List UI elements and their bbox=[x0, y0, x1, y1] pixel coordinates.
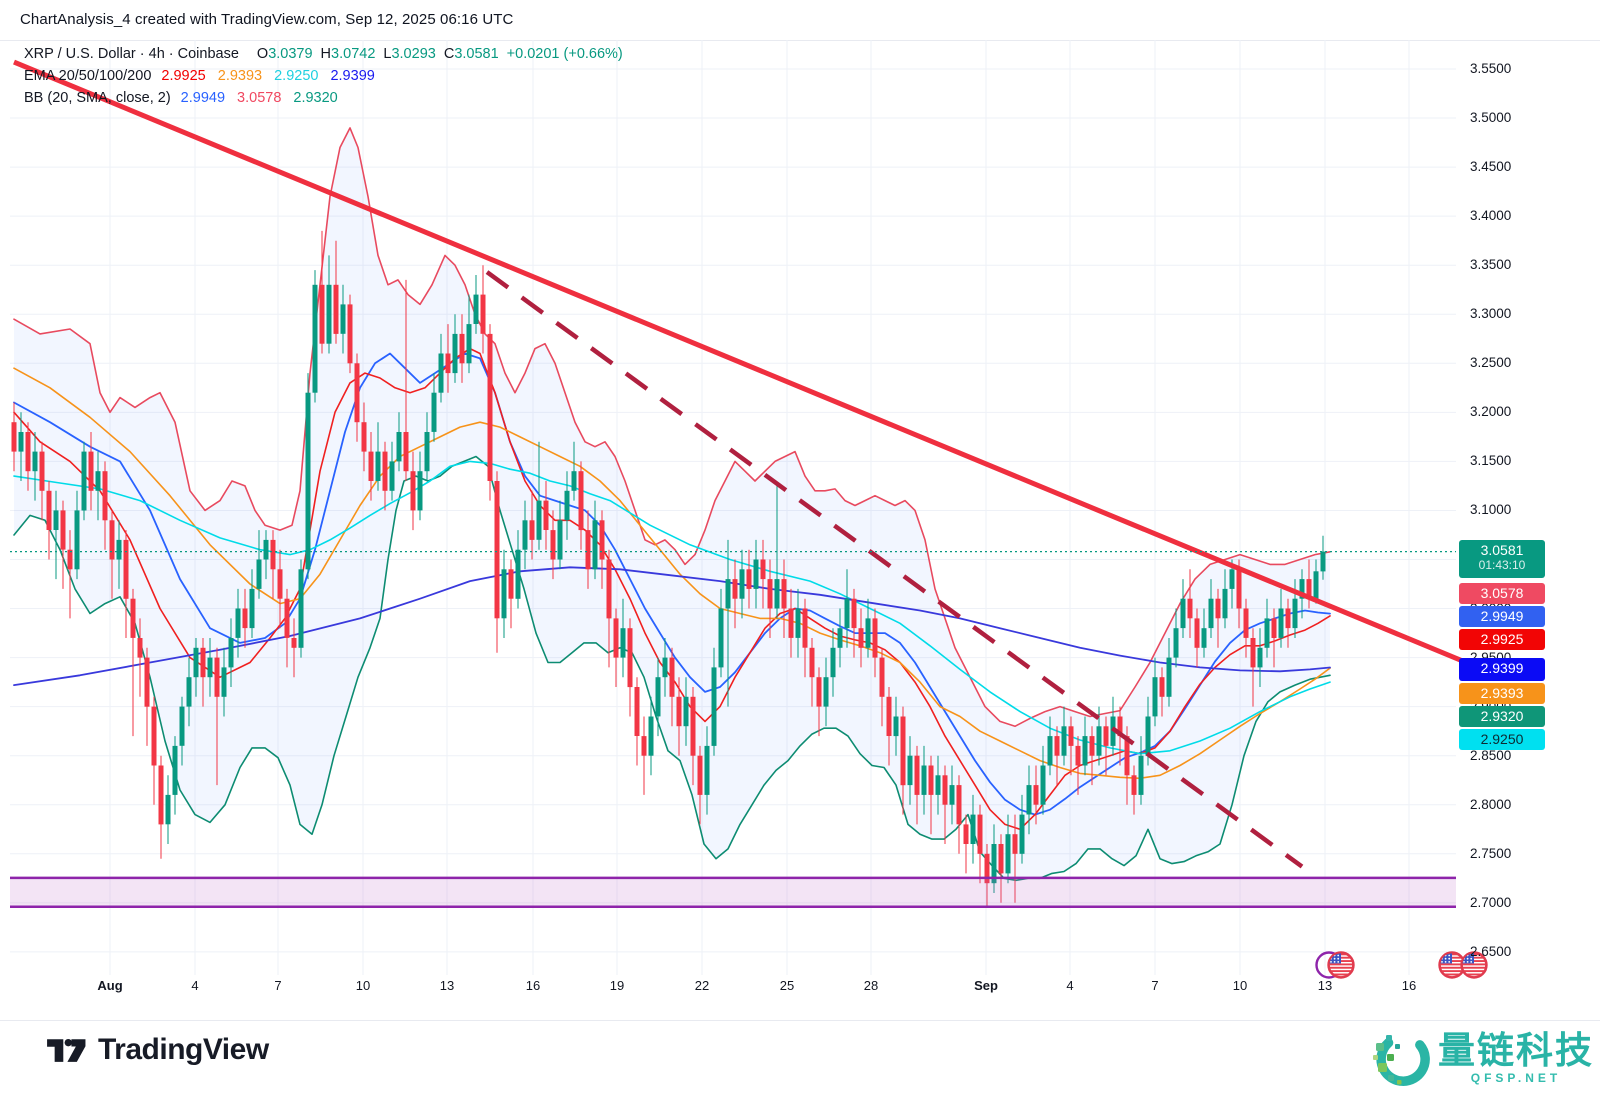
ohlc-value: 3.0581 bbox=[454, 46, 498, 62]
tradingview-logo-icon bbox=[46, 1033, 86, 1067]
bb-value: 3.0578 bbox=[237, 90, 281, 106]
ema-value: 2.9250 bbox=[274, 68, 318, 84]
time-scale-tick: 10 bbox=[356, 978, 370, 993]
time-scale-tick: 4 bbox=[1066, 978, 1073, 993]
time-scale-tick: 16 bbox=[526, 978, 540, 993]
bollinger-band-fill bbox=[14, 128, 1330, 880]
bb-value: 2.9949 bbox=[181, 90, 225, 106]
time-scale-tick: 4 bbox=[191, 978, 198, 993]
price-scale-tick: 3.5000 bbox=[1470, 110, 1511, 125]
price-label-2.9949: 2.9949 bbox=[1459, 606, 1545, 627]
us-flag-event-icon bbox=[1329, 953, 1354, 978]
price-scale-tick: 3.3000 bbox=[1470, 306, 1511, 321]
time-scale-tick: 22 bbox=[695, 978, 709, 993]
ohlc-key: C bbox=[444, 46, 454, 62]
price-chart-canvas[interactable] bbox=[0, 0, 1600, 1103]
price-axis[interactable]: 3.5500 3.5000 3.4500 3.4000 3.3500 3.3000 3.25… bbox=[1456, 40, 1600, 980]
time-scale-tick: Sep bbox=[974, 978, 998, 993]
price-label-2.9925: 2.9925 bbox=[1459, 629, 1545, 650]
bb-values: 2.9949 3.0578 2.9320 bbox=[181, 90, 350, 106]
qfsp-logo-icon bbox=[1372, 1029, 1430, 1091]
bb-indicator-label: BB (20, SMA, close, 2) bbox=[24, 90, 171, 106]
tradingview-brand-name: TradingView bbox=[98, 1033, 269, 1067]
ema-value: 2.9393 bbox=[218, 68, 262, 84]
ohlc-value: 3.0293 bbox=[391, 46, 435, 62]
symbol-title: XRP / U.S. Dollar · 4h · Coinbase bbox=[24, 46, 239, 62]
chart-legend: XRP / U.S. Dollar · 4h · Coinbase O3.0379… bbox=[24, 46, 623, 112]
tradingview-chart-export: ChartAnalysis_4 created with TradingView… bbox=[0, 0, 1600, 1103]
price-scale-tick: 3.2000 bbox=[1470, 404, 1511, 419]
tradingview-brand-link[interactable]: TradingView bbox=[46, 1033, 269, 1067]
support-zone bbox=[10, 878, 1456, 907]
price-label-2.9399: 2.9399 bbox=[1459, 658, 1545, 681]
ema-indicator-label: EMA 20/50/100/200 bbox=[24, 68, 151, 84]
countdown-timer: 01:43:10 bbox=[1459, 559, 1545, 572]
ema-value: 2.9925 bbox=[161, 68, 205, 84]
ohlc-value: 3.0379 bbox=[268, 46, 312, 62]
ema-values: 2.9925 2.9393 2.9250 2.9399 bbox=[161, 68, 386, 84]
price-label-3.0581: 3.058101:43:10 bbox=[1459, 540, 1545, 578]
price-scale-tick: 3.5500 bbox=[1470, 61, 1511, 76]
price-label-3.0578: 3.0578 bbox=[1459, 583, 1545, 604]
bb-value: 2.9320 bbox=[293, 90, 337, 106]
price-scale-tick: 3.1000 bbox=[1470, 502, 1511, 517]
legend-ema-row[interactable]: EMA 20/50/100/200 2.9925 2.9393 2.9250 2.939… bbox=[24, 68, 623, 90]
time-scale-tick: 25 bbox=[780, 978, 794, 993]
price-label-2.9320: 2.9320 bbox=[1459, 706, 1545, 727]
time-scale-tick: 10 bbox=[1233, 978, 1247, 993]
footer: TradingView 量链科技 QFSP.NET bbox=[0, 1021, 1600, 1103]
price-scale-tick: 2.7500 bbox=[1470, 846, 1511, 861]
time-scale-tick: 19 bbox=[610, 978, 624, 993]
ohlc-key: H bbox=[321, 46, 331, 62]
time-scale-tick: 7 bbox=[1151, 978, 1158, 993]
price-scale-tick: 3.2500 bbox=[1470, 355, 1511, 370]
price-label-2.9250: 2.9250 bbox=[1459, 729, 1545, 750]
time-scale-tick: 16 bbox=[1402, 978, 1416, 993]
time-scale-tick: 7 bbox=[274, 978, 281, 993]
time-scale-tick: 13 bbox=[440, 978, 454, 993]
ema-value: 2.9399 bbox=[330, 68, 374, 84]
legend-bb-row[interactable]: BB (20, SMA, close, 2) 2.9949 3.0578 2.9320 bbox=[24, 90, 623, 112]
price-scale-tick: 3.4000 bbox=[1470, 208, 1511, 223]
change-value: +0.0201 (+0.66%) bbox=[507, 46, 623, 62]
price-scale-tick: 2.7000 bbox=[1470, 895, 1511, 910]
time-axis[interactable]: Aug 4 7 10 13 16 19 22 25 28 Sep 4 7 10 13 16 bbox=[0, 975, 1600, 1003]
qfsp-watermark-url: QFSP.NET bbox=[1471, 1071, 1561, 1085]
time-scale-tick: 13 bbox=[1318, 978, 1332, 993]
qfsp-watermark-text: 量链科技 bbox=[1438, 1029, 1594, 1073]
price-scale-tick: 3.3500 bbox=[1470, 257, 1511, 272]
qfsp-watermark: 量链科技 QFSP.NET bbox=[1372, 1029, 1594, 1091]
time-scale-tick: 28 bbox=[864, 978, 878, 993]
price-scale-tick: 3.4500 bbox=[1470, 159, 1511, 174]
ohlc-value: 3.0742 bbox=[331, 46, 375, 62]
price-scale-tick: 2.6500 bbox=[1470, 944, 1511, 959]
price-scale-tick: 2.8000 bbox=[1470, 797, 1511, 812]
ohlc-values: O3.0379H3.0742L3.0293C3.0581 bbox=[249, 46, 499, 62]
time-scale-tick: Aug bbox=[97, 978, 122, 993]
price-scale-tick: 3.1500 bbox=[1470, 453, 1511, 468]
legend-symbol-row[interactable]: XRP / U.S. Dollar · 4h · Coinbase O3.0379… bbox=[24, 46, 623, 68]
ohlc-key: O bbox=[257, 46, 268, 62]
price-label-2.9393: 2.9393 bbox=[1459, 683, 1545, 704]
